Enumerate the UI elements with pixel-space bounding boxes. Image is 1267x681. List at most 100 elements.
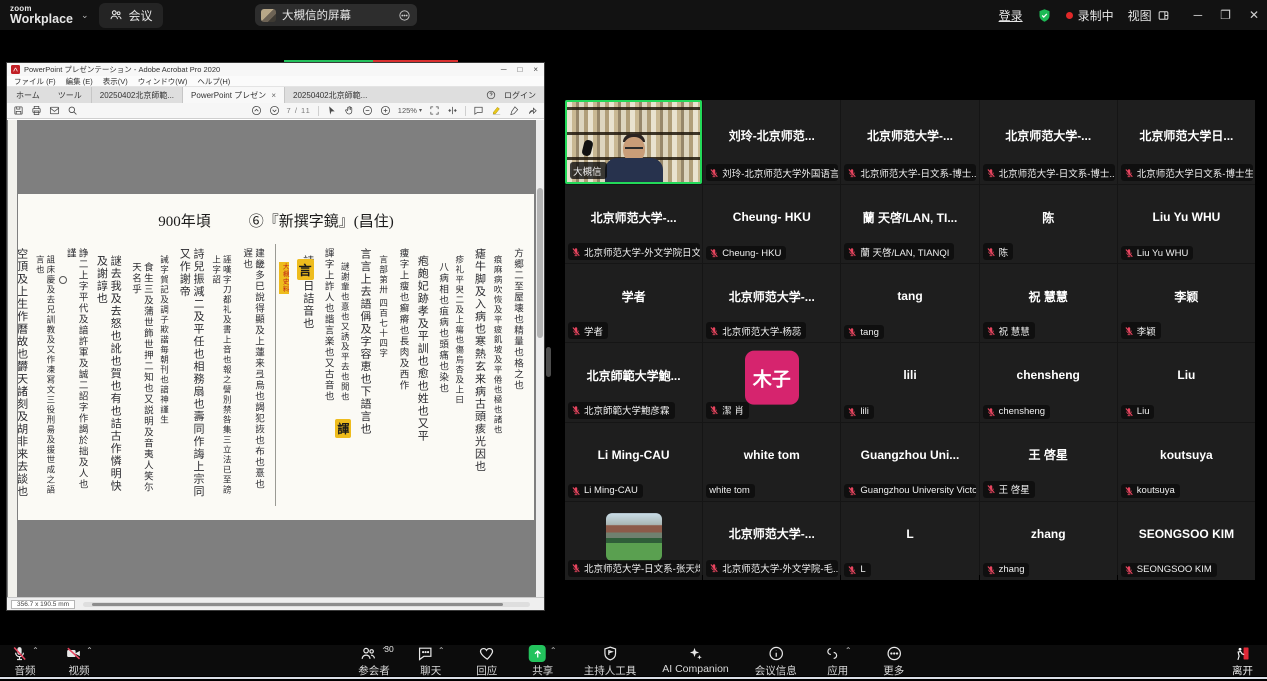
participant-tile-29[interactable]: zhangzhang bbox=[980, 502, 1117, 580]
vertical-scrollbar[interactable] bbox=[536, 120, 544, 597]
acrobat-menu-item-1[interactable]: 編集 (E) bbox=[66, 76, 93, 87]
participant-tile-10[interactable]: Liu Yu WHULiu Yu WHU bbox=[1118, 185, 1255, 263]
participant-tile-9[interactable]: 陈陈 bbox=[980, 185, 1117, 263]
leave-button[interactable]: 离开 bbox=[1232, 645, 1253, 678]
save-icon[interactable] bbox=[13, 105, 24, 116]
close-tab-icon[interactable]: × bbox=[271, 91, 276, 100]
toolbar-host-tools-button[interactable]: 主持人工具 bbox=[584, 645, 637, 678]
participant-tile-24[interactable]: 王 啓星王 啓星 bbox=[980, 423, 1117, 501]
search-icon[interactable] bbox=[67, 105, 78, 116]
participant-tile-23[interactable]: Guangzhou Uni...Guangzhou University Vic… bbox=[841, 423, 978, 501]
share-doc-icon[interactable] bbox=[527, 105, 538, 116]
participant-tile-17[interactable]: 木子潔 肖 bbox=[703, 343, 840, 421]
participant-tile-19[interactable]: chenshengchensheng bbox=[980, 343, 1117, 421]
participant-tile-11[interactable]: 学者学者 bbox=[565, 264, 702, 342]
toolbar-more-button[interactable]: 更多 bbox=[879, 645, 909, 678]
tab-tools[interactable]: ツール bbox=[49, 87, 91, 103]
page-counter[interactable]: 7 / 11 bbox=[287, 106, 311, 115]
document-tab-1[interactable]: PowerPoint プレゼンテ...× bbox=[182, 87, 284, 103]
fill-sign-icon[interactable] bbox=[509, 105, 520, 116]
participant-tile-1[interactable]: 大槻信 bbox=[565, 100, 702, 184]
participant-tile-20[interactable]: LiuLiu bbox=[1118, 343, 1255, 421]
horizontal-scrollbar[interactable] bbox=[83, 602, 530, 607]
pdf-document-area[interactable]: 900年頃 ⑥『新撰字鏡』(昌住) 建畿多巳說得顯及上蓮来弖烏也謁犯詼也布也憙也… bbox=[7, 120, 544, 597]
panel-splitter-handle[interactable] bbox=[546, 347, 551, 377]
participant-tile-15[interactable]: 李颖李颖 bbox=[1118, 264, 1255, 342]
help-icon[interactable] bbox=[486, 90, 496, 100]
participant-tile-2[interactable]: 刘玲-北京师范...刘玲-北京师范大学外国语言... bbox=[703, 100, 840, 184]
zoom-out-icon[interactable] bbox=[362, 105, 373, 116]
acrobat-maximize-button[interactable]: □ bbox=[517, 65, 522, 74]
login-link[interactable]: 登录 bbox=[999, 7, 1023, 24]
mail-icon[interactable] bbox=[49, 105, 60, 116]
minimize-button[interactable]: ─ bbox=[1194, 8, 1203, 22]
acrobat-login-link[interactable]: ログイン bbox=[504, 90, 536, 101]
zoom-in-icon[interactable] bbox=[380, 105, 391, 116]
fit-page-icon[interactable] bbox=[429, 105, 440, 116]
acrobat-menu-item-4[interactable]: ヘルプ(H) bbox=[197, 76, 230, 87]
cursor-icon[interactable] bbox=[326, 105, 337, 116]
avatar-photo bbox=[606, 513, 662, 561]
shared-screen-tab[interactable]: 大槻信的屏幕 bbox=[255, 4, 417, 26]
participant-tile-22[interactable]: white tomwhite tom bbox=[703, 423, 840, 501]
chevron-up-icon[interactable]: ⌃ bbox=[550, 646, 557, 655]
toolbar-share-button[interactable]: ⌃共享 bbox=[528, 645, 558, 678]
acrobat-menu-item-3[interactable]: ウィンドウ(W) bbox=[138, 76, 188, 87]
printer-icon[interactable] bbox=[31, 105, 42, 116]
ellipsis-circle-icon[interactable] bbox=[398, 9, 411, 22]
mic-muted-icon bbox=[847, 486, 857, 496]
toolbar-apps-button[interactable]: ⌃应用 bbox=[823, 645, 853, 678]
participant-tile-6[interactable]: 北京师范大学-...北京师范大学-外文学院日文... bbox=[565, 185, 702, 263]
close-button[interactable]: ✕ bbox=[1249, 8, 1259, 22]
tab-meeting[interactable]: 会议 bbox=[99, 3, 163, 28]
participant-tile-27[interactable]: 北京师范大学-...北京师范大学-外文学院-毛... bbox=[703, 502, 840, 580]
toolbar-chat-button[interactable]: ⌃聊天 bbox=[416, 645, 446, 678]
participant-tile-4[interactable]: 北京师范大学-...北京师范大学-日文系-博士... bbox=[980, 100, 1117, 184]
chevron-down-icon[interactable]: ⌄ bbox=[81, 10, 89, 21]
toolbar-audio-button[interactable]: ⌃音频 bbox=[10, 645, 40, 678]
document-tab-0[interactable]: 20250402北京師範... bbox=[91, 87, 182, 103]
participant-tile-7[interactable]: Cheung- HKUCheung- HKU bbox=[703, 185, 840, 263]
toolbar-reactions-button[interactable]: 回应 bbox=[472, 645, 502, 678]
acrobat-menu-item-0[interactable]: ファイル (F) bbox=[14, 76, 56, 87]
acrobat-minimize-button[interactable]: ─ bbox=[501, 65, 507, 74]
chevron-up-icon[interactable]: ⌃ bbox=[438, 646, 445, 655]
fit-width-icon[interactable] bbox=[447, 105, 458, 116]
participant-tile-3[interactable]: 北京师范大学-...北京师范大学-日文系-博士... bbox=[841, 100, 978, 184]
participant-tile-26[interactable]: 北京师范大学-日文系-张天烁 bbox=[565, 502, 702, 580]
chevron-up-icon[interactable]: ⌃ bbox=[86, 646, 93, 655]
toolbar-meeting-info-button[interactable]: 会议信息 bbox=[755, 645, 797, 678]
participant-tile-14[interactable]: 祝 慧慧祝 慧慧 bbox=[980, 264, 1117, 342]
shield-check-icon[interactable] bbox=[1037, 8, 1052, 23]
participant-tile-13[interactable]: tangtang bbox=[841, 264, 978, 342]
screen-thumbnail-icon bbox=[261, 9, 276, 22]
participant-tile-18[interactable]: lililili bbox=[841, 343, 978, 421]
participant-tile-5[interactable]: 北京师范大学日...北京师范大学日文系-博士生... bbox=[1118, 100, 1255, 184]
acrobat-menu-item-2[interactable]: 表示(V) bbox=[103, 76, 128, 87]
recording-indicator[interactable]: 录制中 bbox=[1066, 7, 1114, 24]
document-tab-2[interactable]: 20250402北京師範... bbox=[284, 87, 375, 103]
participant-tile-21[interactable]: Li Ming-CAULi Ming-CAU bbox=[565, 423, 702, 501]
toolbar-participants-button[interactable]: ⌃30参会者 bbox=[358, 645, 390, 678]
avatar[interactable]: 木子 bbox=[745, 351, 799, 405]
highlighter-icon[interactable] bbox=[491, 105, 502, 116]
hand-icon[interactable] bbox=[344, 105, 355, 116]
tab-home[interactable]: ホーム bbox=[7, 87, 49, 103]
toolbar-ai-companion-button[interactable]: AI Companion bbox=[662, 645, 729, 675]
page-down-icon[interactable] bbox=[269, 105, 280, 116]
page-up-icon[interactable] bbox=[251, 105, 262, 116]
comment-icon[interactable] bbox=[473, 105, 484, 116]
participant-tile-12[interactable]: 北京师范大学-...北京师范大学-杨蕊 bbox=[703, 264, 840, 342]
maximize-button[interactable]: ❐ bbox=[1220, 8, 1231, 22]
participant-tile-16[interactable]: 北京師範大学鮑...北京師範大学鮑彦霖 bbox=[565, 343, 702, 421]
zoom-level-select[interactable]: 125%▾ bbox=[398, 106, 422, 115]
view-button[interactable]: 视图 bbox=[1128, 7, 1170, 24]
participant-tile-30[interactable]: SEONGSOO KIMSEONGSOO KIM bbox=[1118, 502, 1255, 580]
chevron-up-icon[interactable]: ⌃ bbox=[845, 646, 852, 655]
toolbar-video-button[interactable]: ⌃视频 bbox=[64, 645, 94, 678]
participant-tile-25[interactable]: koutsuyakoutsuya bbox=[1118, 423, 1255, 501]
participant-tile-28[interactable]: LL bbox=[841, 502, 978, 580]
chevron-up-icon[interactable]: ⌃ bbox=[32, 646, 39, 655]
acrobat-close-button[interactable]: × bbox=[533, 65, 538, 74]
participant-tile-8[interactable]: 蘭 天啓/LAN, TI...蘭 天啓/LAN, TIANQI bbox=[841, 185, 978, 263]
